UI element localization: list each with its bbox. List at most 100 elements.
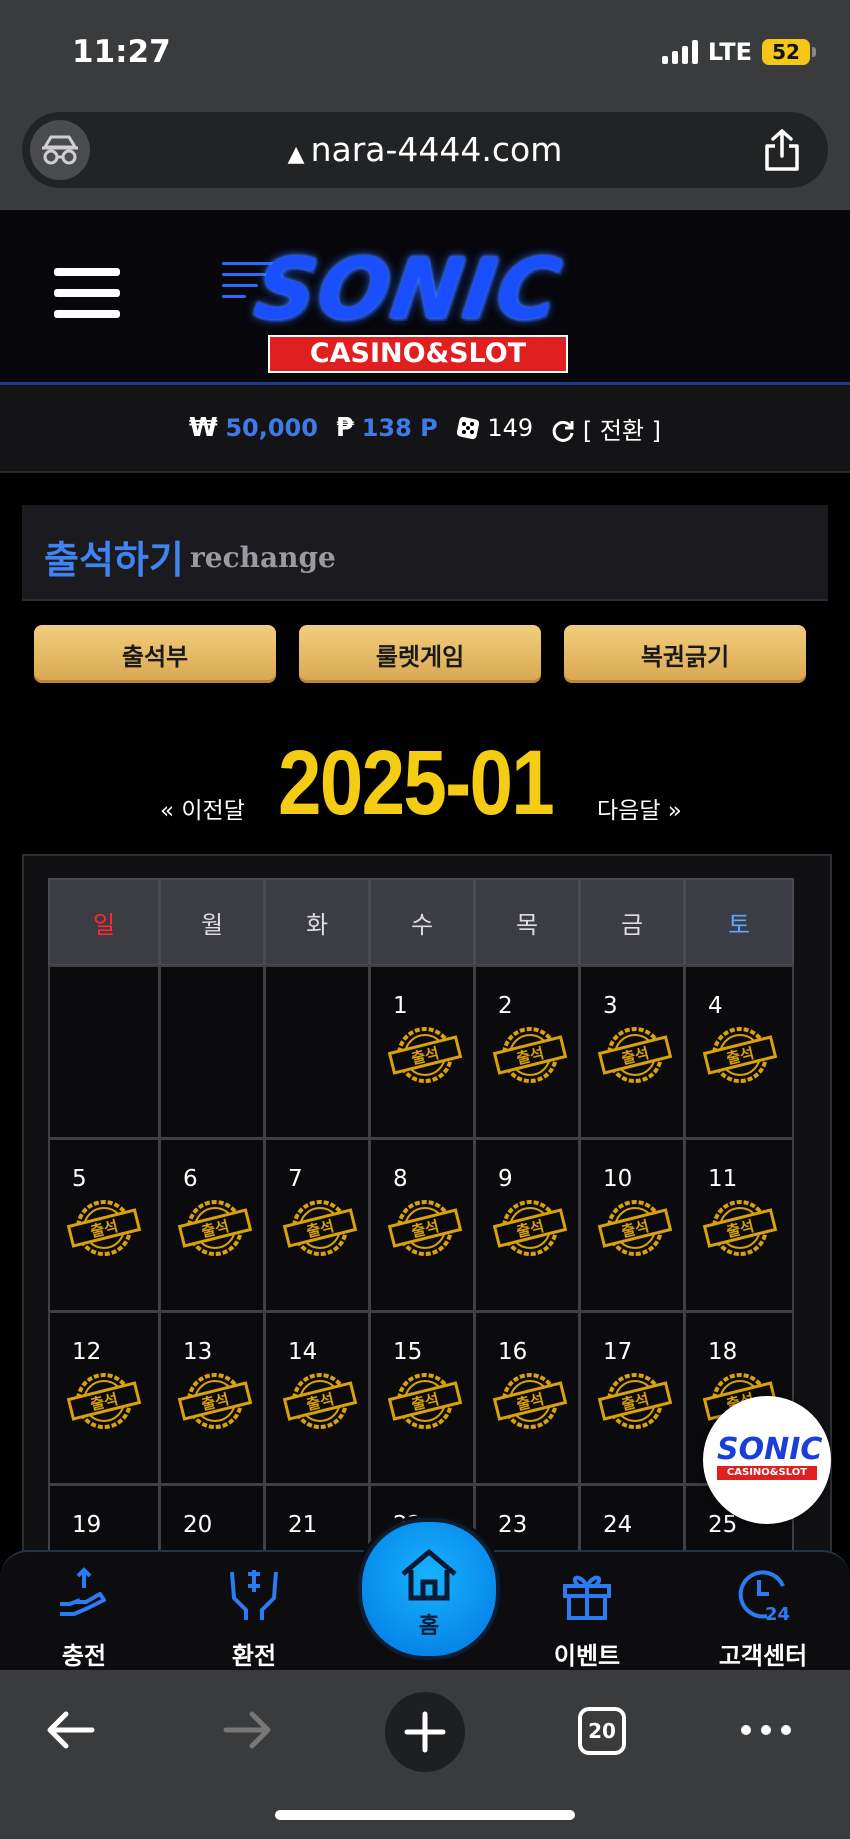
calendar-empty-cell — [48, 965, 160, 1139]
attendance-stamp-icon: 출석 — [702, 1200, 778, 1256]
site-logo[interactable]: SONIC CASINO&SLOT — [222, 232, 598, 373]
nav-home-button[interactable]: 홈 — [358, 1518, 500, 1660]
day-number: 1 — [393, 993, 408, 1019]
point-amount: 138 P — [361, 414, 438, 442]
url-text: nara-4444.com — [310, 130, 563, 169]
attendance-stamp-icon: 출석 — [597, 1200, 673, 1256]
attendance-stamp-icon: 출석 — [282, 1373, 358, 1429]
nav-charge[interactable]: 충전 — [9, 1552, 159, 1672]
convert-button[interactable]: [ 전환 ] — [551, 411, 661, 446]
share-icon[interactable] — [762, 128, 802, 172]
weekday-header: 토 — [684, 878, 794, 966]
attendance-stamp-icon: 출석 — [66, 1200, 142, 1256]
day-number: 9 — [498, 1166, 513, 1192]
nav-support[interactable]: 24 고객센터 — [688, 1552, 838, 1672]
calendar-day-cell[interactable]: 3 출석 — [579, 965, 685, 1139]
menu-icon[interactable] — [54, 268, 120, 326]
weekday-header: 화 — [264, 878, 370, 966]
attendance-stamp-icon: 출석 — [387, 1373, 463, 1429]
forward-icon[interactable] — [222, 1702, 274, 1758]
day-number: 8 — [393, 1166, 408, 1192]
calendar-day-cell[interactable]: 12 출석 — [48, 1311, 160, 1485]
balance-bar: ₩ 50,000 ₱ 138 P 149 [ 전환 ] — [0, 385, 850, 473]
attendance-stamp-icon: 출석 — [387, 1200, 463, 1256]
tab-count-button[interactable]: 20 — [578, 1707, 626, 1755]
day-number: 20 — [183, 1512, 213, 1538]
browser-address-area: ▲ nara-4444.com — [0, 110, 850, 210]
calendar-day-cell[interactable]: 9 출석 — [474, 1138, 580, 1312]
floating-sonic-button[interactable]: SONIC CASINO&SLOT — [703, 1396, 831, 1524]
day-number: 23 — [498, 1512, 528, 1538]
site-header: SONIC CASINO&SLOT — [0, 210, 850, 385]
home-indicator — [275, 1810, 575, 1820]
attendance-stamp-icon: 출석 — [66, 1373, 142, 1429]
calendar-empty-cell — [264, 965, 370, 1139]
attendance-subtitle: rechange — [190, 541, 336, 574]
attendance-stamp-icon: 출석 — [597, 1373, 673, 1429]
status-bar: 11:27 LTE 52 — [0, 0, 850, 110]
day-number: 5 — [72, 1166, 87, 1192]
scratch-lottery-button[interactable]: 복권긁기 — [564, 625, 806, 683]
calendar-day-cell[interactable]: 10 출석 — [579, 1138, 685, 1312]
home-icon — [401, 1549, 457, 1601]
attendance-book-button[interactable]: 출석부 — [34, 625, 276, 683]
next-month-link[interactable]: 다음달 » — [597, 791, 682, 825]
attendance-stamp-icon: 출석 — [702, 1027, 778, 1083]
calendar-day-cell[interactable]: 14 출석 — [264, 1311, 370, 1485]
calendar-day-cell[interactable]: 4 출석 — [684, 965, 794, 1139]
attendance-button-row: 출석부 룰렛게임 복권긁기 — [34, 625, 806, 685]
attendance-stamp-icon: 출석 — [177, 1200, 253, 1256]
attendance-stamp-icon: 출석 — [282, 1200, 358, 1256]
nav-exchange-label: 환전 — [231, 1642, 277, 1670]
calendar-day-cell[interactable]: 8 출석 — [369, 1138, 475, 1312]
new-tab-button[interactable] — [385, 1692, 465, 1772]
nav-support-label: 고객센터 — [718, 1642, 808, 1670]
calendar-day-cell[interactable]: 13 출석 — [159, 1311, 265, 1485]
calendar-day-cell[interactable]: 11 출석 — [684, 1138, 794, 1312]
address-bar[interactable]: ▲ nara-4444.com — [22, 112, 828, 188]
day-number: 7 — [288, 1166, 303, 1192]
calendar-day-cell[interactable]: 17 출석 — [579, 1311, 685, 1485]
day-number: 4 — [708, 993, 723, 1019]
nav-charge-label: 충전 — [61, 1642, 107, 1670]
attendance-stamp-icon: 출석 — [492, 1027, 568, 1083]
url-display[interactable]: ▲ nara-4444.com — [22, 130, 828, 169]
weekday-header: 월 — [159, 878, 265, 966]
weekday-header: 수 — [369, 878, 475, 966]
won-amount: 50,000 — [225, 414, 318, 442]
chip-balance: 149 — [456, 414, 533, 442]
calendar-day-cell[interactable]: 1 출석 — [369, 965, 475, 1139]
day-number: 19 — [72, 1512, 102, 1538]
nav-exchange[interactable]: 환전 — [179, 1552, 329, 1672]
attendance-header: 출석하기 rechange — [22, 505, 828, 601]
back-icon[interactable] — [44, 1702, 96, 1758]
nav-event[interactable]: 이벤트 — [512, 1552, 662, 1672]
prev-month-link[interactable]: « 이전달 — [160, 791, 245, 825]
calendar-week-row: 5 출석 6 출석 7 출석 8 출석 9 출석 10 출석 11 출석 — [48, 1138, 794, 1312]
warning-icon: ▲ — [287, 142, 305, 167]
network-type: LTE — [707, 38, 752, 66]
plus-icon — [404, 1711, 446, 1753]
logo-subtitle: CASINO&SLOT — [268, 335, 568, 373]
day-number: 24 — [603, 1512, 633, 1538]
calendar-week-row: 1 출석 2 출석 3 출석 4 출석 — [48, 965, 794, 1139]
roulette-game-button[interactable]: 룰렛게임 — [299, 625, 541, 683]
day-number: 21 — [288, 1512, 318, 1538]
calendar-day-cell[interactable]: 7 출석 — [264, 1138, 370, 1312]
attendance-stamp-icon: 출석 — [492, 1373, 568, 1429]
nav-home-label: 홈 — [418, 1614, 440, 1639]
calendar-day-cell[interactable]: 6 출석 — [159, 1138, 265, 1312]
attendance-stamp-icon: 출석 — [492, 1200, 568, 1256]
gift-icon — [563, 1575, 611, 1620]
calendar-day-cell[interactable]: 5 출석 — [48, 1138, 160, 1312]
day-number: 14 — [288, 1339, 318, 1365]
weekday-header: 목 — [474, 878, 580, 966]
calendar-day-cell[interactable]: 15 출석 — [369, 1311, 475, 1485]
calendar-day-cell[interactable]: 16 출석 — [474, 1311, 580, 1485]
day-number: 17 — [603, 1339, 633, 1365]
point-balance: ₱ 138 P — [336, 413, 438, 443]
calendar-day-cell[interactable]: 2 출석 — [474, 965, 580, 1139]
more-icon[interactable] — [740, 1722, 792, 1738]
calendar-week-row: 12출석13출석14출석15출석16출석17출석18출석 — [48, 1311, 794, 1485]
attendance-title: 출석하기 — [44, 538, 184, 582]
